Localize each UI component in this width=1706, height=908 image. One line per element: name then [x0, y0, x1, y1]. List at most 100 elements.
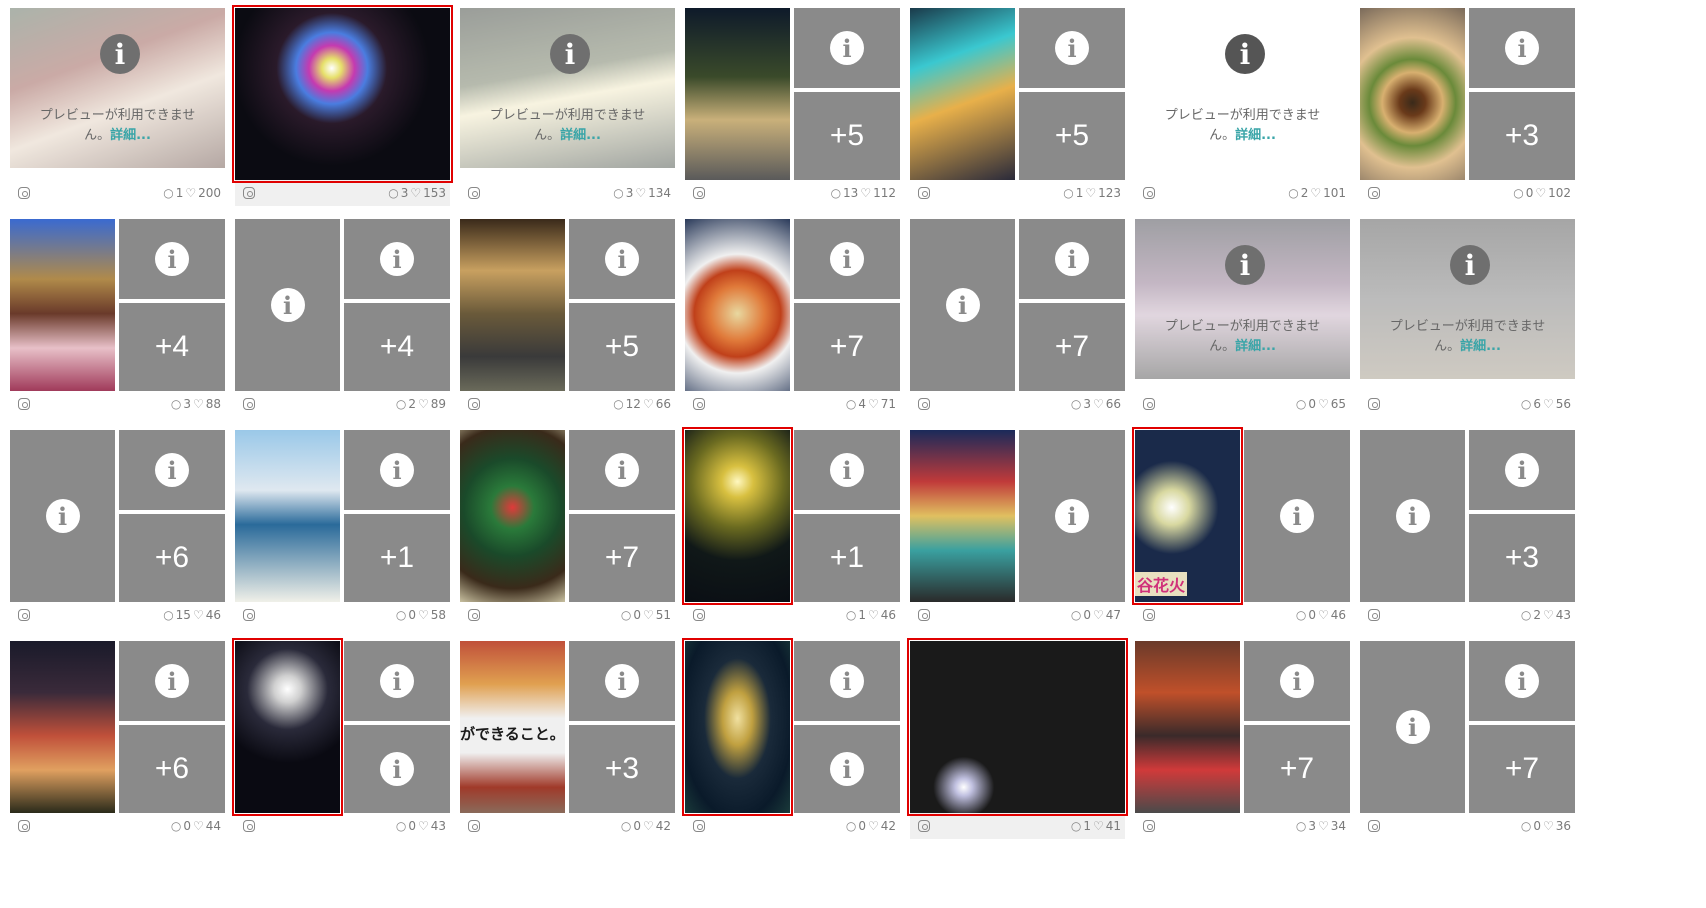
post-photo: [910, 641, 1125, 813]
heart-icon: ♡: [1317, 397, 1329, 411]
photo-caption: 谷花火: [1135, 572, 1188, 596]
like-count: 65: [1330, 397, 1346, 411]
post-thumbnail[interactable]: i プレビューが利用できませ ん。詳細...: [10, 8, 225, 180]
post-card[interactable]: 谷花火 i ○ 0 ♡ 46: [1135, 430, 1350, 652]
post-thumbnail[interactable]: i +5: [460, 219, 675, 391]
post-card[interactable]: ○ 1 ♡ 41: [910, 641, 1125, 863]
preview-message-line: プレビューが利用できませ: [489, 108, 646, 123]
post-card[interactable]: i +3 ○ 0 ♡ 102: [1360, 8, 1575, 230]
post-thumbnail[interactable]: i プレビューが利用できませ ん。詳細...: [1135, 219, 1350, 391]
post-meta-bar: ○ 3 ♡ 88: [10, 391, 225, 417]
post-card[interactable]: i +7 ○ 0 ♡ 51: [460, 430, 675, 652]
info-icon: i: [830, 31, 864, 65]
post-card[interactable]: i i ○ 0 ♡ 42: [685, 641, 900, 863]
engagement-counts: ○ 0 ♡ 46: [1296, 608, 1346, 622]
heart-icon: ♡: [1317, 608, 1329, 622]
post-thumbnail[interactable]: ii: [685, 641, 900, 813]
post-thumbnail[interactable]: i +5: [910, 8, 1125, 180]
preview-message-line: ん。詳細...: [1135, 337, 1350, 357]
engagement-counts: ○ 3 ♡ 34: [1296, 819, 1346, 833]
post-photo: [10, 219, 115, 391]
post-card[interactable]: i i +6 ○ 15 ♡ 46: [10, 430, 225, 652]
post-thumbnail[interactable]: i +1: [235, 430, 450, 602]
engagement-counts: ○ 0 ♡ 102: [1513, 186, 1571, 200]
image-unavailable-tile: i: [910, 219, 1015, 391]
post-thumbnail[interactable]: i プレビューが利用できませ ん。詳細...: [1360, 219, 1575, 391]
post-thumbnail[interactable]: i +1: [685, 430, 900, 602]
post-thumbnail[interactable]: i +3: [1360, 8, 1575, 180]
preview-message-line: プレビューが利用できませ: [1164, 319, 1321, 334]
post-thumbnail[interactable]: i +7: [460, 430, 675, 602]
post-card[interactable]: i +1 ○ 1 ♡ 46: [685, 430, 900, 652]
post-thumbnail[interactable]: i +6: [10, 641, 225, 813]
post-card[interactable]: i +5 ○ 13 ♡ 112: [685, 8, 900, 230]
post-card[interactable]: i プレビューが利用できませ ん。詳細... ○ 1 ♡ 200: [10, 8, 225, 230]
post-card[interactable]: i ○ 0 ♡ 47: [910, 430, 1125, 652]
post-card[interactable]: i プレビューが利用できませ ん。詳細... ○ 0 ♡ 65: [1135, 219, 1350, 441]
post-thumbnail[interactable]: i i +4: [235, 219, 450, 391]
heart-icon: ♡: [417, 819, 429, 833]
post-card[interactable]: ○ 3 ♡ 153: [235, 8, 450, 230]
like-count: 153: [423, 186, 446, 200]
post-card[interactable]: i +6 ○ 0 ♡ 44: [10, 641, 225, 863]
post-card[interactable]: i +5 ○ 12 ♡ 66: [460, 219, 675, 441]
post-card[interactable]: i +1 ○ 0 ♡ 58: [235, 430, 450, 652]
post-card[interactable]: i +4 ○ 3 ♡ 88: [10, 219, 225, 441]
details-link[interactable]: 詳細...: [110, 128, 151, 143]
image-unavailable-tile: i: [794, 219, 900, 299]
details-link[interactable]: 詳細...: [1235, 128, 1276, 143]
instagram-icon: [468, 398, 480, 410]
post-meta-bar: ○ 4 ♡ 71: [685, 391, 900, 417]
post-card[interactable]: i プレビューが利用できませ ん。詳細... ○ 3 ♡ 134: [460, 8, 675, 230]
heart-icon: ♡: [192, 819, 204, 833]
details-link[interactable]: 詳細...: [1460, 339, 1501, 354]
engagement-counts: ○ 0 ♡ 42: [846, 819, 896, 833]
engagement-counts: ○ 0 ♡ 42: [621, 819, 671, 833]
post-thumbnail[interactable]: i プレビューが利用できませ ん。詳細...: [460, 8, 675, 180]
post-thumbnail[interactable]: i i +3: [1360, 430, 1575, 602]
preview-message-line: ん。詳細...: [10, 126, 225, 146]
post-thumbnail[interactable]: i i +7: [1360, 641, 1575, 813]
post-thumbnail[interactable]: ii: [235, 641, 450, 813]
info-icon: i: [1505, 31, 1539, 65]
post-thumbnail[interactable]: 谷花火 i: [1135, 430, 1350, 602]
engagement-counts: ○ 1 ♡ 200: [163, 186, 221, 200]
post-card[interactable]: i i +4 ○ 2 ♡ 89: [235, 219, 450, 441]
engagement-counts: ○ 2 ♡ 43: [1521, 608, 1571, 622]
post-card[interactable]: i +7 ○ 4 ♡ 71: [685, 219, 900, 441]
post-card[interactable]: i i +7 ○ 3 ♡ 66: [910, 219, 1125, 441]
post-card[interactable]: i +7 ○ 3 ♡ 34: [1135, 641, 1350, 863]
heart-icon: ♡: [642, 608, 654, 622]
info-icon: i: [830, 752, 864, 786]
info-icon: i: [1280, 499, 1314, 533]
post-thumbnail[interactable]: [235, 8, 450, 180]
comment-count: 12: [625, 397, 641, 411]
post-card[interactable]: i プレビューが利用できませ ん。詳細... ○ 6 ♡ 56: [1360, 219, 1575, 441]
post-card[interactable]: i i ○ 0 ♡ 43: [235, 641, 450, 863]
post-thumbnail[interactable]: [910, 641, 1125, 813]
like-count: 71: [880, 397, 896, 411]
preview-message: プレビューが利用できませ ん。詳細...: [1360, 317, 1575, 357]
comment-count: 1: [175, 186, 184, 200]
post-card[interactable]: i +5 ○ 1 ♡ 123: [910, 8, 1125, 230]
details-link[interactable]: 詳細...: [560, 128, 601, 143]
post-card[interactable]: i i +7 ○ 0 ♡ 36: [1360, 641, 1575, 863]
post-thumbnail[interactable]: i プレビューが利用できませ ん。詳細...: [1135, 8, 1350, 180]
post-thumbnail[interactable]: i +7: [685, 219, 900, 391]
post-thumbnail[interactable]: i +7: [1135, 641, 1350, 813]
post-thumbnail[interactable]: i +5: [685, 8, 900, 180]
post-thumbnail[interactable]: i: [910, 430, 1125, 602]
instagram-icon: [918, 398, 930, 410]
post-thumbnail[interactable]: ができること。 i +3: [460, 641, 675, 813]
post-card[interactable]: ができること。 i +3 ○ 0 ♡ 42: [460, 641, 675, 863]
post-card[interactable]: i i +3 ○ 2 ♡ 43: [1360, 430, 1575, 652]
post-thumbnail[interactable]: i i +7: [910, 219, 1125, 391]
post-meta-bar: ○ 0 ♡ 43: [235, 813, 450, 839]
post-thumbnail[interactable]: i +4: [10, 219, 225, 391]
details-link[interactable]: 詳細...: [1235, 339, 1276, 354]
post-thumbnail[interactable]: i i +6: [10, 430, 225, 602]
instagram-icon: [468, 609, 480, 621]
preview-message-line: ん。詳細...: [1360, 337, 1575, 357]
post-card[interactable]: i プレビューが利用できませ ん。詳細... ○ 2 ♡ 101: [1135, 8, 1350, 230]
instagram-icon: [18, 609, 30, 621]
